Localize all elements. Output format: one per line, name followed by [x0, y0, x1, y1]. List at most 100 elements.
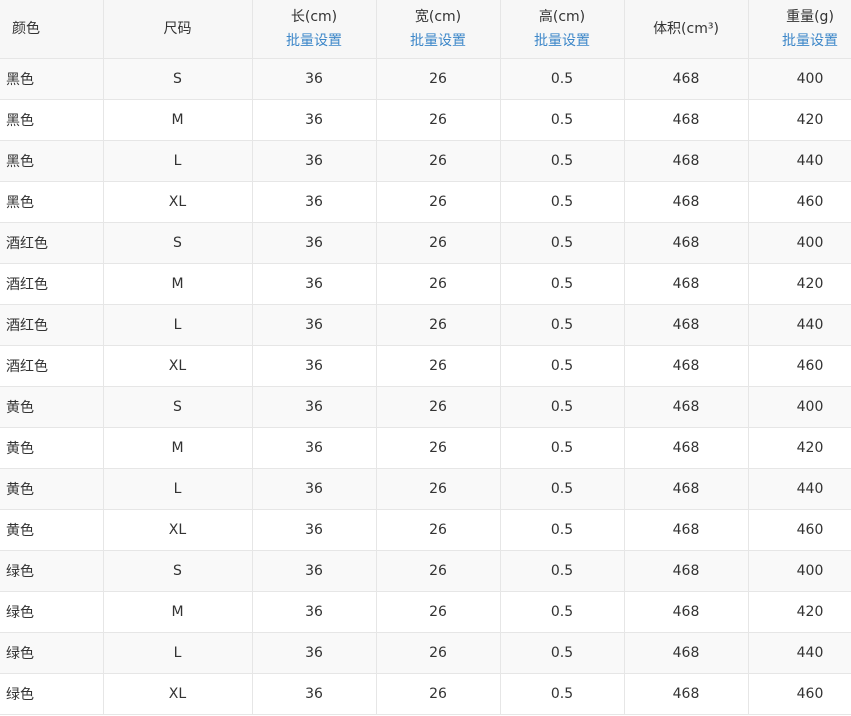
cell-size: M — [103, 427, 253, 469]
table-row: 绿色 L 36 26 0.5 468 440 — [0, 632, 851, 674]
cell-length: 36 — [252, 673, 377, 715]
cell-weight: 400 — [748, 58, 851, 100]
cell-width: 26 — [376, 468, 501, 510]
cell-weight: 460 — [748, 181, 851, 223]
cell-color: 黑色 — [0, 99, 104, 141]
cell-width: 26 — [376, 591, 501, 633]
cell-weight: 440 — [748, 632, 851, 674]
cell-height: 0.5 — [500, 304, 625, 346]
cell-width: 26 — [376, 550, 501, 592]
header-color: 颜色 — [0, 0, 104, 59]
cell-volume: 468 — [624, 140, 749, 182]
cell-height: 0.5 — [500, 181, 625, 223]
cell-color: 绿色 — [0, 673, 104, 715]
cell-color: 黑色 — [0, 58, 104, 100]
height-batch-set-link[interactable]: 批量设置 — [501, 29, 624, 53]
cell-width: 26 — [376, 304, 501, 346]
cell-size: XL — [103, 509, 253, 551]
cell-size: L — [103, 468, 253, 510]
header-length-label: 长(cm) — [290, 9, 338, 25]
table-row: 黄色 M 36 26 0.5 468 420 — [0, 427, 851, 469]
header-weight: 重量(g) 批量设置 — [748, 0, 851, 59]
cell-height: 0.5 — [500, 140, 625, 182]
cell-weight: 460 — [748, 345, 851, 387]
cell-size: S — [103, 386, 253, 428]
header-size: 尺码 — [103, 0, 253, 59]
table-row: 黑色 S 36 26 0.5 468 400 — [0, 58, 851, 100]
cell-color: 酒红色 — [0, 345, 104, 387]
cell-length: 36 — [252, 304, 377, 346]
cell-size: M — [103, 591, 253, 633]
cell-width: 26 — [376, 632, 501, 674]
cell-height: 0.5 — [500, 550, 625, 592]
table-body: 黑色 S 36 26 0.5 468 400 黑色 M 36 26 0.5 468 420 黑色 L 36 26 0… — [0, 58, 851, 715]
cell-height: 0.5 — [500, 386, 625, 428]
cell-width: 26 — [376, 99, 501, 141]
cell-color: 黄色 — [0, 468, 104, 510]
header-size-label: 尺码 — [163, 21, 192, 37]
cell-weight: 460 — [748, 509, 851, 551]
cell-volume: 468 — [624, 263, 749, 305]
table-row: 黑色 L 36 26 0.5 468 440 — [0, 140, 851, 182]
cell-size: M — [103, 263, 253, 305]
cell-color: 绿色 — [0, 632, 104, 674]
table-row: 酒红色 L 36 26 0.5 468 440 — [0, 304, 851, 346]
cell-size: S — [103, 222, 253, 264]
table-row: 酒红色 S 36 26 0.5 468 400 — [0, 222, 851, 264]
cell-size: XL — [103, 181, 253, 223]
width-batch-set-link[interactable]: 批量设置 — [377, 29, 500, 53]
cell-weight: 400 — [748, 386, 851, 428]
cell-height: 0.5 — [500, 99, 625, 141]
cell-color: 黄色 — [0, 509, 104, 551]
cell-weight: 440 — [748, 140, 851, 182]
cell-width: 26 — [376, 140, 501, 182]
table-row: 绿色 S 36 26 0.5 468 400 — [0, 550, 851, 592]
header-length: 长(cm) 批量设置 — [252, 0, 377, 59]
cell-weight: 420 — [748, 263, 851, 305]
cell-width: 26 — [376, 181, 501, 223]
cell-height: 0.5 — [500, 345, 625, 387]
cell-volume: 468 — [624, 99, 749, 141]
cell-height: 0.5 — [500, 673, 625, 715]
header-width-label: 宽(cm) — [414, 9, 462, 25]
cell-width: 26 — [376, 673, 501, 715]
cell-color: 酒红色 — [0, 304, 104, 346]
sku-spec-table-container: 颜色 尺码 长(cm) 批量设置 宽(cm) 批量设置 高(cm) 批量设置 体… — [0, 0, 851, 716]
cell-length: 36 — [252, 345, 377, 387]
cell-length: 36 — [252, 99, 377, 141]
cell-length: 36 — [252, 427, 377, 469]
length-batch-set-link[interactable]: 批量设置 — [253, 29, 376, 53]
table-row: 绿色 M 36 26 0.5 468 420 — [0, 591, 851, 633]
header-weight-label: 重量(g) — [786, 9, 834, 25]
cell-volume: 468 — [624, 345, 749, 387]
header-height: 高(cm) 批量设置 — [500, 0, 625, 59]
cell-height: 0.5 — [500, 468, 625, 510]
cell-width: 26 — [376, 345, 501, 387]
cell-height: 0.5 — [500, 427, 625, 469]
header-height-label: 高(cm) — [538, 9, 586, 25]
weight-batch-set-link[interactable]: 批量设置 — [749, 29, 851, 53]
cell-height: 0.5 — [500, 632, 625, 674]
cell-weight: 420 — [748, 99, 851, 141]
cell-width: 26 — [376, 427, 501, 469]
cell-volume: 468 — [624, 386, 749, 428]
cell-volume: 468 — [624, 673, 749, 715]
cell-height: 0.5 — [500, 58, 625, 100]
cell-length: 36 — [252, 386, 377, 428]
cell-volume: 468 — [624, 427, 749, 469]
cell-size: S — [103, 550, 253, 592]
cell-height: 0.5 — [500, 591, 625, 633]
table-row: 酒红色 XL 36 26 0.5 468 460 — [0, 345, 851, 387]
cell-color: 酒红色 — [0, 222, 104, 264]
cell-length: 36 — [252, 263, 377, 305]
cell-size: L — [103, 632, 253, 674]
cell-length: 36 — [252, 468, 377, 510]
table-row: 黄色 S 36 26 0.5 468 400 — [0, 386, 851, 428]
cell-weight: 440 — [748, 304, 851, 346]
cell-length: 36 — [252, 550, 377, 592]
cell-volume: 468 — [624, 181, 749, 223]
cell-size: L — [103, 304, 253, 346]
table-header-row: 颜色 尺码 长(cm) 批量设置 宽(cm) 批量设置 高(cm) 批量设置 体… — [0, 0, 851, 59]
table-row: 黄色 L 36 26 0.5 468 440 — [0, 468, 851, 510]
cell-color: 黑色 — [0, 181, 104, 223]
